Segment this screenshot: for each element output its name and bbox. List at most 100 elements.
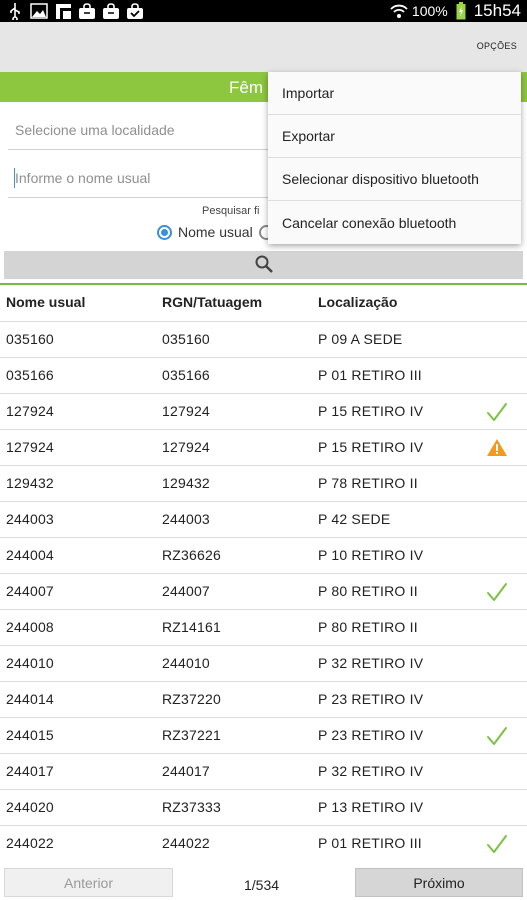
app-icon [54,2,72,20]
cell-location: P 09 A SEDE [318,331,403,347]
cell-rgn: 244007 [162,583,210,599]
table-row[interactable]: 244007 244007 P 80 RETIRO II [0,573,527,609]
clock: 15h54 [473,1,521,20]
check-icon [486,401,508,423]
cell-rgn: RZ37333 [162,799,221,815]
image-icon [30,2,48,20]
check-icon [486,833,508,855]
cell-location: P 01 RETIRO III [318,835,422,851]
check-icon [486,725,508,747]
row-status-empty [486,617,508,639]
menu-item-cancel-bluetooth[interactable]: Cancelar conexão bluetooth [268,201,521,244]
cell-rgn: RZ36626 [162,547,221,563]
row-status-empty [486,329,508,351]
table-row[interactable]: 244015 RZ37221 P 23 RETIRO IV [0,717,527,753]
table-row[interactable]: 244003 244003 P 42 SEDE [0,501,527,537]
battery-percent: 100% [411,3,448,19]
table-row[interactable]: 244020 RZ37333 P 13 RETIRO IV [0,789,527,825]
cell-name: 244010 [6,655,54,671]
animal-list: 035160 035160 P 09 A SEDE 035166 035166 P 01… [0,321,527,861]
menu-item-import[interactable]: Importar [268,72,521,115]
search-mode-radios: Nome usual [157,224,274,240]
name-input[interactable]: Informe o nome usual [8,158,288,198]
page-indicator: 1/534 [244,877,280,893]
cell-rgn: 244017 [162,763,210,779]
cell-name: 244003 [6,511,54,527]
cell-rgn: 129432 [162,475,210,491]
previous-button[interactable]: Anterior [4,868,173,897]
search-by-label: Pesquisar fi [202,205,260,217]
cell-name: 127924 [6,439,54,455]
cell-location: P 15 RETIRO IV [318,403,424,419]
cell-location: P 80 RETIRO II [318,583,418,599]
header-rgn: RGN/Tatuagem [162,294,263,310]
cell-location: P 23 RETIRO IV [318,727,424,743]
name-placeholder: Informe o nome usual [15,170,151,186]
header-name: Nome usual [6,294,86,310]
cell-name: 244008 [6,619,54,635]
locality-select[interactable]: Selecione uma localidade [8,110,288,150]
bag-icon [78,2,96,20]
cell-rgn: 127924 [162,439,210,455]
row-status-empty [486,509,508,531]
table-row[interactable]: 244004 RZ36626 P 10 RETIRO IV [0,537,527,573]
cell-name: 244004 [6,547,54,563]
cell-location: P 80 RETIRO II [318,619,418,635]
table-row[interactable]: 127924 127924 P 15 RETIRO IV [0,393,527,429]
cell-name: 244007 [6,583,54,599]
options-menu: Importar Exportar Selecionar dispositivo… [268,72,521,244]
cell-name: 035166 [6,367,54,383]
cell-name: 244017 [6,763,54,779]
table-row[interactable]: 035160 035160 P 09 A SEDE [0,321,527,357]
cell-location: P 32 RETIRO IV [318,763,424,779]
cell-location: P 10 RETIRO IV [318,547,424,563]
table-row[interactable]: 244017 244017 P 32 RETIRO IV [0,753,527,789]
divider [0,283,527,285]
cell-rgn: 244010 [162,655,210,671]
row-status-empty [486,473,508,495]
cell-location: P 42 SEDE [318,511,391,527]
cell-name: 129432 [6,475,54,491]
cell-name: 244014 [6,691,54,707]
table-row[interactable]: 244022 244022 P 01 RETIRO III [0,825,527,861]
table-row[interactable]: 244014 RZ37220 P 23 RETIRO IV [0,681,527,717]
cell-rgn: 035166 [162,367,210,383]
cell-rgn: RZ37221 [162,727,221,743]
usb-icon [6,2,24,20]
next-button[interactable]: Próximo [355,868,523,897]
table-row[interactable]: 244008 RZ14161 P 80 RETIRO II [0,609,527,645]
cell-location: P 32 RETIRO IV [318,655,424,671]
cell-location: P 15 RETIRO IV [318,439,424,455]
table-row[interactable]: 244010 244010 P 32 RETIRO IV [0,645,527,681]
cell-rgn: 127924 [162,403,210,419]
search-icon [254,254,274,277]
options-button[interactable]: OPÇÕES [477,41,517,51]
check-icon [486,581,508,603]
cell-rgn: 244022 [162,835,210,851]
row-status-empty [486,365,508,387]
menu-item-select-bluetooth[interactable]: Selecionar dispositivo bluetooth [268,158,521,201]
search-button[interactable] [4,251,523,279]
cell-name: 127924 [6,403,54,419]
cell-location: P 78 RETIRO II [318,475,418,491]
table-row[interactable]: 127924 127924 P 15 RETIRO IV [0,429,527,465]
cell-location: P 01 RETIRO III [318,367,422,383]
field-underline [8,197,288,198]
battery-charging-icon [452,2,470,20]
menu-item-export[interactable]: Exportar [268,115,521,158]
row-status-empty [486,653,508,675]
table-row[interactable]: 129432 129432 P 78 RETIRO II [0,465,527,501]
table-header: Nome usual RGN/Tatuagem Localização [0,286,527,320]
cell-rgn: 244003 [162,511,210,527]
table-row[interactable]: 035166 035166 P 01 RETIRO III [0,357,527,393]
radio-name-usual[interactable] [157,224,172,240]
status-bar: 100% 15h54 [0,0,527,22]
cell-name: 244020 [6,799,54,815]
cell-name: 244015 [6,727,54,743]
cell-rgn: 035160 [162,331,210,347]
field-underline [8,149,288,150]
row-status-empty [486,797,508,819]
cell-name: 035160 [6,331,54,347]
wifi-icon [390,2,408,20]
cell-rgn: RZ14161 [162,619,221,635]
